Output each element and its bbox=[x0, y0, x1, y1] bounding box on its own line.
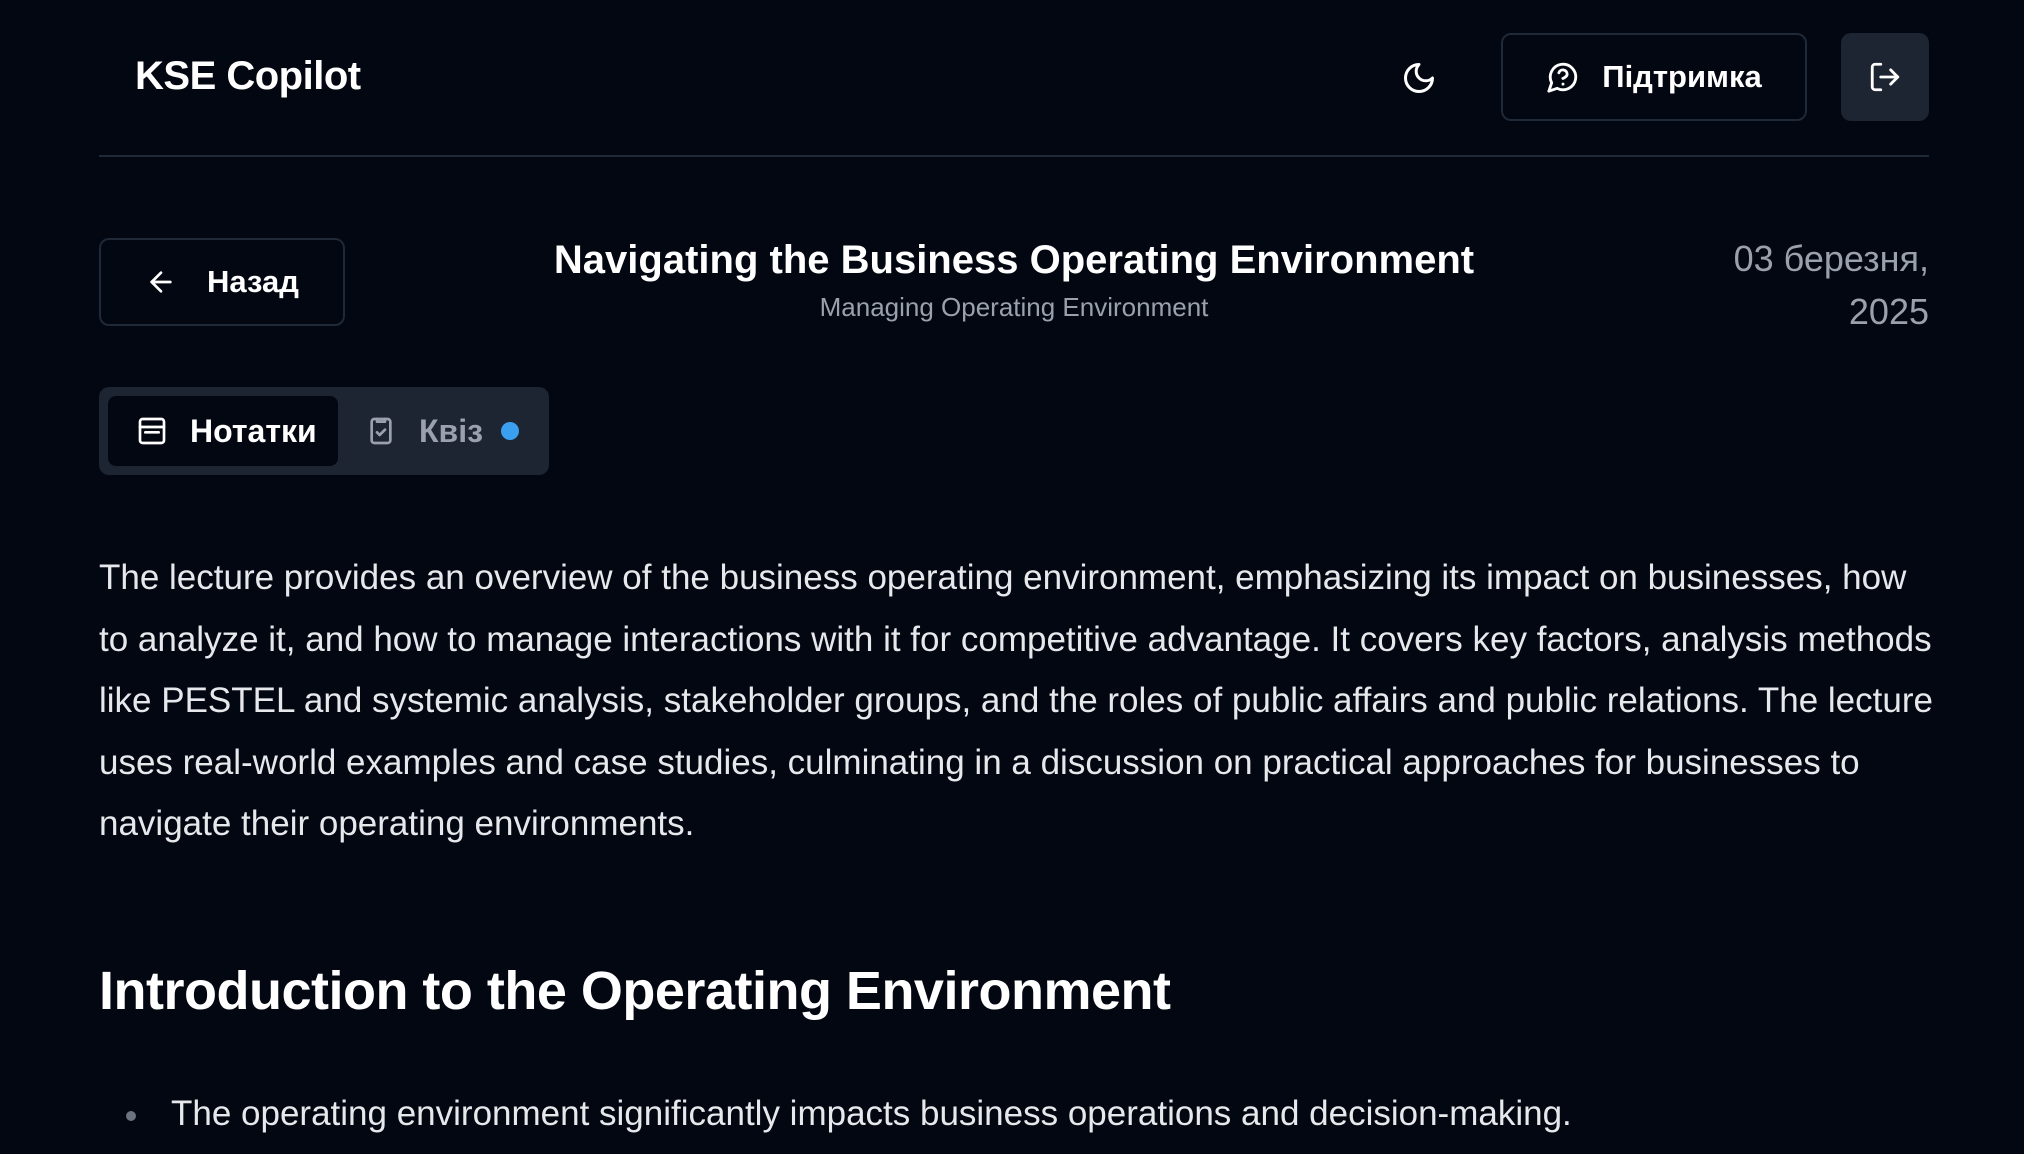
bullet-list: The operating environment significantly … bbox=[99, 1084, 1929, 1144]
support-button[interactable]: Підтримка bbox=[1501, 33, 1807, 121]
date-line-1: 03 березня, bbox=[1733, 238, 1929, 279]
list-item: The operating environment significantly … bbox=[99, 1084, 1929, 1144]
log-out-icon bbox=[1868, 60, 1902, 94]
content-tabs: Нотатки Квіз bbox=[99, 387, 549, 475]
message-question-icon bbox=[1546, 60, 1580, 94]
tab-notes[interactable]: Нотатки bbox=[108, 396, 338, 466]
back-label: Назад bbox=[207, 264, 299, 299]
logout-button[interactable] bbox=[1841, 33, 1929, 121]
tab-quiz[interactable]: Квіз bbox=[361, 396, 541, 466]
lecture-title-block: Navigating the Business Operating Enviro… bbox=[460, 234, 1568, 323]
section-heading: Introduction to the Operating Environmen… bbox=[99, 961, 1171, 1021]
top-header: KSE Copilot Підтримка bbox=[99, 0, 1929, 157]
tab-notes-label: Нотатки bbox=[190, 412, 317, 449]
clipboard-check-icon bbox=[365, 415, 397, 447]
theme-toggle-button[interactable] bbox=[1391, 52, 1447, 104]
brand-logo[interactable]: KSE Copilot bbox=[135, 54, 361, 99]
lecture-page: KSE Copilot Підтримка Назад Navigating t… bbox=[0, 0, 2024, 1154]
notebook-icon bbox=[136, 415, 168, 447]
lecture-summary: The lecture provides an overview of the … bbox=[99, 558, 1933, 843]
tab-quiz-label: Квіз bbox=[419, 412, 483, 449]
lecture-date: 03 березня, 2025 bbox=[1669, 232, 1929, 338]
quiz-indicator-dot bbox=[501, 422, 519, 440]
bullet-dot bbox=[126, 1111, 136, 1121]
page-subtitle: Managing Operating Environment bbox=[819, 292, 1209, 322]
moon-icon bbox=[1401, 60, 1437, 96]
page-title: Navigating the Business Operating Enviro… bbox=[553, 238, 1475, 282]
date-line-2: 2025 bbox=[1848, 291, 1929, 332]
arrow-left-icon bbox=[145, 266, 177, 298]
bullet-text: The operating environment significantly … bbox=[171, 1094, 1572, 1133]
support-label: Підтримка bbox=[1602, 59, 1762, 94]
back-button[interactable]: Назад bbox=[99, 238, 345, 326]
